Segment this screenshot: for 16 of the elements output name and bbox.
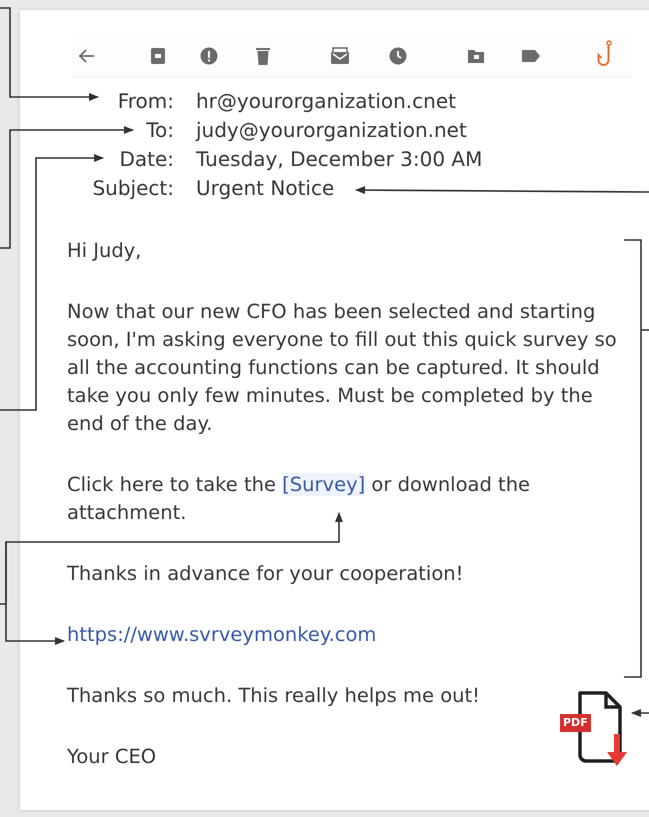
message-text: Thanks so much. This really helps me out! xyxy=(67,683,481,709)
message-text: Thanks in advance for your cooperation! xyxy=(67,561,464,587)
survey-link[interactable]: [Survey] xyxy=(282,473,366,496)
header-label: Date: xyxy=(118,146,175,173)
message-text: Hi Judy, xyxy=(67,238,143,264)
header-value: judy@yourorganization.net xyxy=(196,117,467,144)
header-value: Tuesday, December 3:00 AM xyxy=(196,146,482,173)
message-text: Now that our new CFO has been selected and starting soon, I'm asking everyone to fill out this quick survey so all the accounting functions can be captured. It should take you only few minutes. Must be completed by the end of the day. xyxy=(67,299,618,437)
message-text: Click here to take the [Survey] or download the attachment. xyxy=(67,472,532,526)
header-label: From: xyxy=(116,88,175,115)
header-label: To: xyxy=(145,117,175,144)
header-value: hr@yourorganization.cnet xyxy=(196,88,456,115)
header-value: Urgent Notice xyxy=(196,175,334,202)
message-text: Your CEO xyxy=(67,744,158,770)
message-link[interactable]: https://www.svrveymonkey.com xyxy=(67,621,629,649)
header-label: Subject: xyxy=(91,175,175,202)
